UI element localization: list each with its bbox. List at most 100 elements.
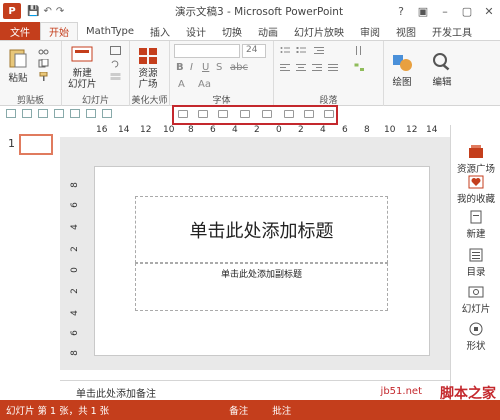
align-middle-objects-icon[interactable] (262, 110, 272, 118)
watermark-domain: jb51.net (380, 386, 422, 397)
redo-toolbar-icon[interactable] (86, 108, 96, 118)
distribute-vertical-icon[interactable] (324, 110, 334, 118)
new-slide-icon (71, 46, 93, 62)
copy-icon[interactable] (38, 59, 49, 68)
justify-icon[interactable] (328, 63, 339, 72)
drawing-button[interactable]: 绘图 (390, 51, 414, 88)
ribbon-tabs: 文件 开始 MathType 插入 设计 切换 动画 幻灯片放映 审阅 视图 开… (0, 22, 500, 40)
align-bottom-objects-icon[interactable] (284, 110, 294, 118)
vertical-ruler: 8 6 4 2 0 2 4 6 8 (69, 182, 80, 356)
underline-icon[interactable]: U (202, 62, 209, 73)
font-name-box[interactable] (174, 44, 240, 58)
editing-button[interactable]: 编辑 (430, 51, 454, 88)
slides-icon (468, 286, 484, 298)
status-bar: 幻灯片 第 1 张，共 1 张 备注 批注 (0, 400, 500, 420)
print-icon[interactable] (54, 108, 64, 118)
numbering-icon[interactable] (296, 46, 307, 55)
bullets-icon[interactable] (280, 46, 291, 55)
shapes-item[interactable]: 形状 (451, 322, 500, 352)
title-placeholder[interactable]: 单击此处添加标题 (135, 196, 388, 263)
open-file-icon[interactable] (22, 108, 32, 118)
title-bar: P 💾 ↶ ↷ 演示文稿3 - Microsoft PowerPoint ? ▣… (0, 0, 500, 22)
resource-square-item[interactable]: 资源广场 (451, 145, 500, 175)
notes-toggle[interactable]: 备注 (229, 403, 248, 417)
tab-developer[interactable]: 开发工具 (424, 22, 480, 40)
undo-toolbar-icon[interactable] (70, 108, 80, 118)
align-right-icon[interactable] (312, 63, 323, 72)
shadow-icon[interactable]: S (216, 62, 222, 73)
slides-group: 新建 幻灯片 幻灯片 (62, 41, 130, 107)
slide-thumbnail[interactable] (19, 134, 53, 155)
beautify-label: 美化大师 (131, 96, 168, 106)
drawing-group: 绘图 (384, 41, 424, 107)
format-painter-icon[interactable] (38, 72, 49, 81)
tab-slideshow[interactable]: 幻灯片放映 (286, 22, 352, 40)
tab-design[interactable]: 设计 (178, 22, 214, 40)
slide-count: 幻灯片 第 1 张，共 1 张 (6, 406, 110, 417)
refresh-icon[interactable] (102, 108, 112, 118)
minimize-button[interactable]: – (434, 0, 456, 22)
shape-icon (469, 322, 483, 336)
text-direction-icon[interactable] (354, 46, 365, 55)
help-button[interactable]: ? (390, 0, 412, 22)
paste-button[interactable]: 粘贴 (6, 47, 30, 84)
slides-item[interactable]: 幻灯片 (451, 285, 500, 315)
new-slide-button[interactable]: 新建 幻灯片 (68, 45, 97, 90)
new-file-icon[interactable] (6, 108, 16, 118)
reset-icon[interactable] (110, 59, 121, 68)
thumbnail-number: 1 (8, 137, 15, 150)
align-center-objects-icon[interactable] (198, 110, 208, 118)
align-left-objects-icon[interactable] (178, 110, 188, 118)
text-highlight-icon[interactable]: Aa (198, 79, 211, 90)
window-controls: ? ▣ – ▢ ✕ (390, 0, 500, 22)
shapes-icon (393, 55, 412, 71)
redo-icon[interactable]: ↷ (56, 6, 64, 17)
undo-icon[interactable]: ↶ (43, 6, 51, 17)
indent-icon[interactable] (314, 46, 325, 55)
smartart-icon[interactable] (354, 63, 365, 72)
maximize-button[interactable]: ▢ (456, 0, 478, 22)
strikethrough-icon[interactable]: abc (230, 62, 248, 73)
contents-item[interactable]: 目录 (451, 248, 500, 278)
window-title: 演示文稿3 - Microsoft PowerPoint (175, 6, 344, 18)
heart-icon (468, 175, 484, 189)
align-top-objects-icon[interactable] (240, 110, 250, 118)
layout-icon[interactable] (110, 46, 121, 55)
align-center-icon[interactable] (296, 63, 307, 72)
cut-icon[interactable] (38, 46, 49, 55)
resource-side-panel: 资源广场 我的收藏 新建 目录 幻灯片 形状 (450, 125, 500, 400)
quick-access-toolbar: 💾 ↶ ↷ (27, 6, 64, 17)
tab-animations[interactable]: 动画 (250, 22, 286, 40)
font-size-box[interactable]: 24 (242, 44, 266, 58)
close-button[interactable]: ✕ (478, 0, 500, 22)
find-icon (433, 53, 450, 71)
paragraph-group: 段落 (274, 41, 384, 107)
comments-toggle[interactable]: 批注 (272, 403, 291, 417)
tab-review[interactable]: 审阅 (352, 22, 388, 40)
clipboard-label: 剪贴板 (16, 96, 44, 106)
tab-insert[interactable]: 插入 (142, 22, 178, 40)
align-right-objects-icon[interactable] (218, 110, 228, 118)
align-left-icon[interactable] (280, 63, 291, 72)
beautify-group: 资源 广场 美化大师 (130, 41, 170, 107)
tab-file[interactable]: 文件 (0, 22, 40, 40)
italic-icon[interactable]: I (190, 62, 193, 73)
list-icon (469, 248, 483, 262)
distribute-horizontal-icon[interactable] (304, 110, 314, 118)
favorites-item[interactable]: 我的收藏 (451, 175, 500, 205)
subtitle-placeholder[interactable]: 单击此处添加副标题 (135, 263, 388, 311)
new-item[interactable]: 新建 (451, 210, 500, 240)
bold-icon[interactable]: B (176, 62, 184, 73)
tab-mathtype[interactable]: MathType (78, 22, 142, 40)
tab-transitions[interactable]: 切换 (214, 22, 250, 40)
tab-view[interactable]: 视图 (388, 22, 424, 40)
font-color-icon[interactable]: A (178, 79, 185, 90)
clipboard-group: 粘贴 剪贴板 (0, 41, 62, 107)
ribbon-display-button[interactable]: ▣ (412, 0, 434, 22)
save-icon[interactable]: 💾 (27, 6, 39, 17)
tab-home[interactable]: 开始 (40, 22, 78, 40)
resources-button[interactable]: 资源 广场 (136, 45, 160, 90)
slides-label: 幻灯片 (81, 96, 109, 106)
save-file-icon[interactable] (38, 108, 48, 118)
section-icon[interactable] (110, 72, 121, 81)
